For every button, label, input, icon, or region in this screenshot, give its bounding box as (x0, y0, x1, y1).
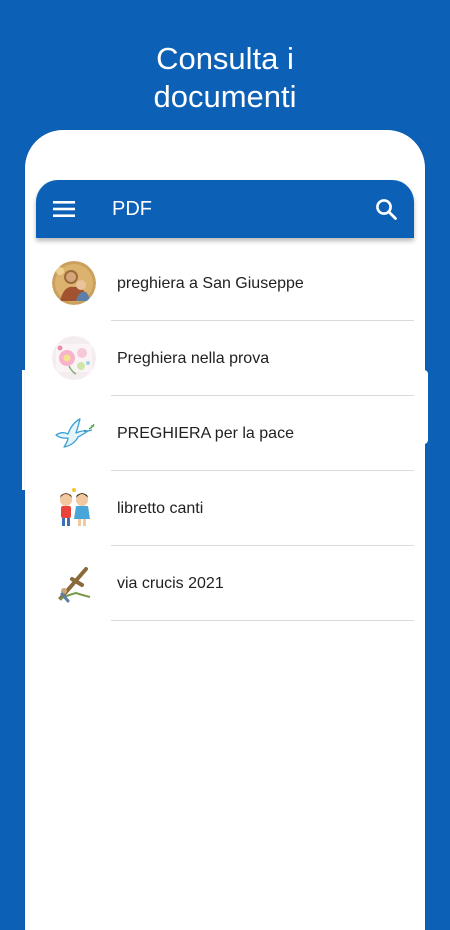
document-list: preghiera a San Giuseppe Preghiera nella… (36, 246, 414, 621)
cross-thumbnail (52, 561, 96, 605)
children-singing-thumbnail (52, 486, 96, 530)
phone-side-button (416, 370, 428, 444)
app-bar: PDF (36, 180, 414, 238)
menu-button[interactable] (51, 196, 77, 222)
hamburger-menu-icon (53, 201, 75, 217)
saint-joseph-thumbnail (52, 261, 96, 305)
document-title: PREGHIERA per la pace (117, 425, 294, 442)
list-item[interactable]: via crucis 2021 (36, 546, 414, 621)
document-title: libretto canti (117, 500, 204, 517)
list-item[interactable]: Preghiera nella prova (36, 321, 414, 396)
app-bar-title: PDF (112, 197, 152, 220)
document-title: via crucis 2021 (117, 575, 224, 592)
document-title: preghiera a San Giuseppe (117, 275, 304, 292)
document-title: Preghiera nella prova (117, 350, 270, 367)
list-divider (111, 620, 414, 621)
peace-dove-icon (52, 411, 96, 455)
flowers-thumbnail (52, 336, 96, 380)
list-item[interactable]: libretto canti (36, 471, 414, 546)
search-button[interactable] (372, 195, 400, 223)
search-icon (376, 199, 397, 220)
promo-headline-line2: documenti (153, 79, 297, 114)
promo-headline-line1: Consulta i (156, 41, 294, 76)
list-item[interactable]: PREGHIERA per la pace (36, 396, 414, 471)
promo-headline: Consulta i documenti (0, 40, 450, 116)
list-item[interactable]: preghiera a San Giuseppe (36, 246, 414, 321)
